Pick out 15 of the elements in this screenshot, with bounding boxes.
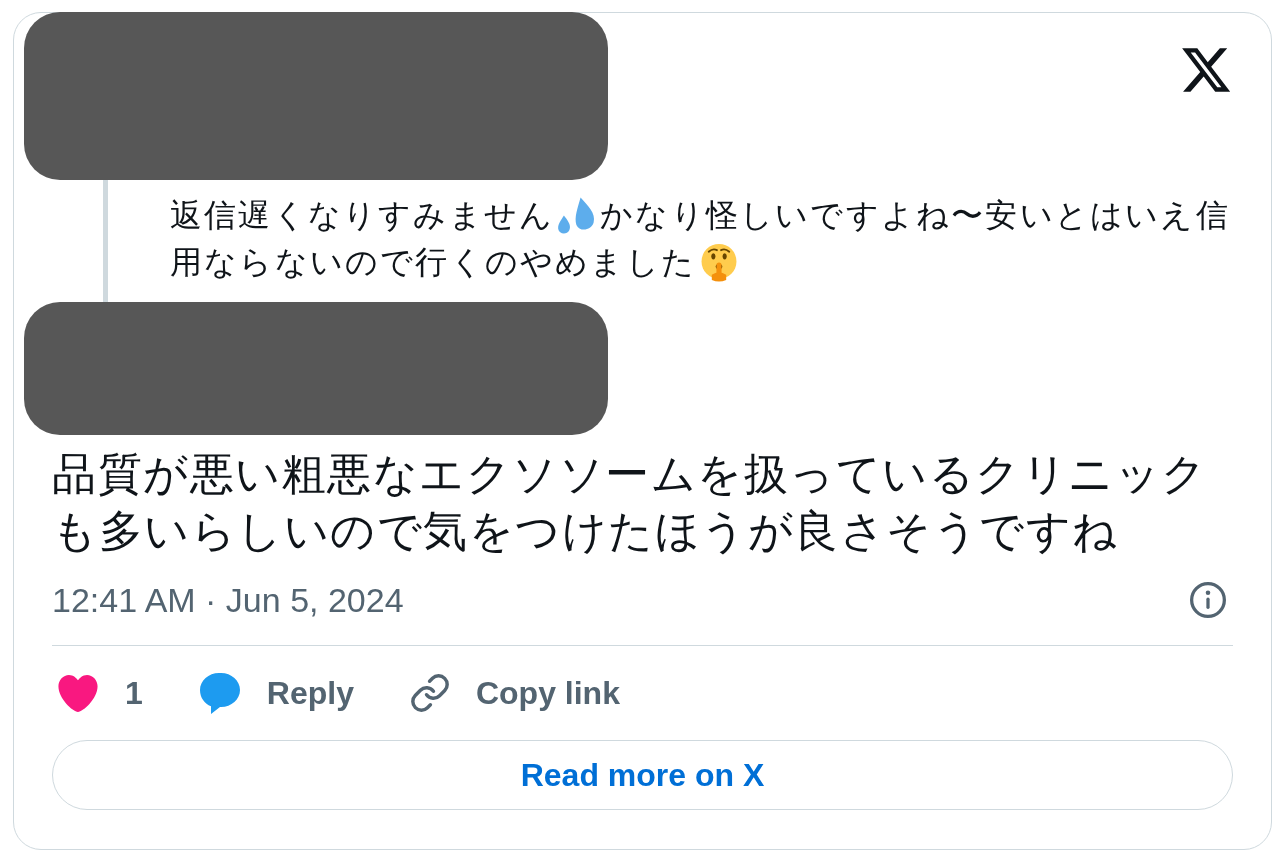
speech-bubble-icon — [199, 672, 240, 714]
reply-text: かなり怪しいですよね〜安いとはいえ信 — [600, 195, 1230, 236]
reply-text: 用ならないので行くのやめました — [170, 242, 696, 283]
link-icon — [410, 674, 449, 712]
timestamp-link[interactable]: 12:41 AM · Jun 5, 2024 — [52, 579, 404, 620]
heart-icon — [58, 674, 98, 712]
reply-text: 返信遅くなりすみません — [170, 195, 555, 236]
like-button[interactable]: 1 — [58, 671, 143, 715]
logo-icon[interactable] — [1182, 48, 1230, 92]
reply-button[interactable]: Reply — [199, 671, 354, 715]
tweet-text: 品質が悪い粗悪なエクソソームを扱っているクリニックも多いらしいので気をつけたほうが良さそうですね — [52, 446, 1209, 558]
shushing-face-icon — [700, 243, 738, 282]
sweat-droplets-icon — [558, 196, 597, 235]
copy-link-button[interactable]: Copy link — [410, 671, 620, 715]
info-icon[interactable] — [1190, 581, 1226, 618]
